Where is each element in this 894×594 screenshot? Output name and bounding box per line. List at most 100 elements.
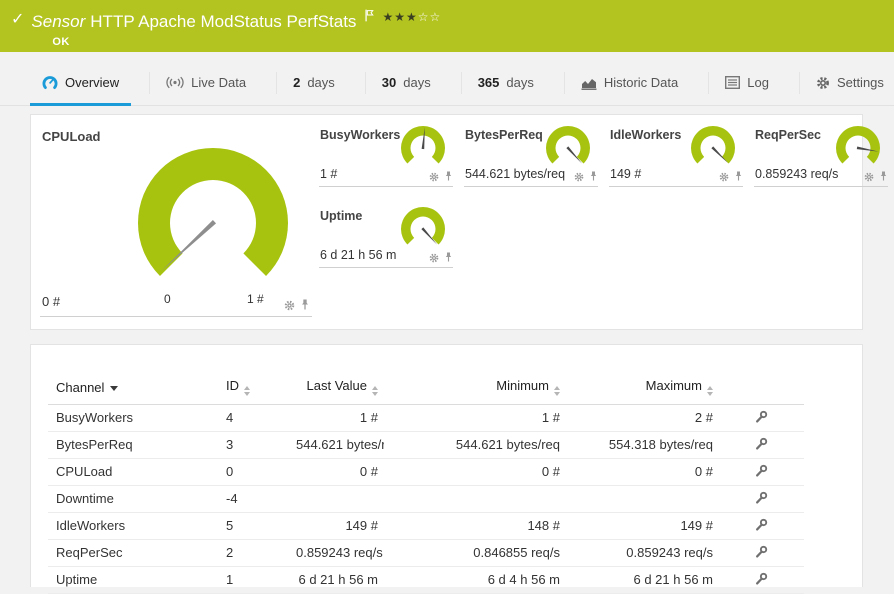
wrench-icon[interactable] [755, 545, 768, 561]
gauge-cell-reqpersec[interactable]: ReqPerSec 0.859243 req/s [754, 125, 888, 187]
table-row: Downtime -4 [48, 485, 804, 513]
wrench-icon[interactable] [755, 491, 768, 507]
column-header-id[interactable]: ID [218, 371, 296, 405]
cell-id: 1 [218, 566, 296, 594]
tab-label: Settings [836, 75, 884, 90]
tab-365-days[interactable]: 365 days [460, 60, 536, 105]
cell-minimum: 544.621 bytes/req [384, 431, 566, 459]
idleworkers-gauge [691, 126, 735, 164]
cell-id: 5 [218, 512, 296, 540]
gauge-cell-bytesperreq[interactable]: BytesPerReq 544.621 bytes/req [464, 125, 598, 187]
tab-label: days [307, 75, 335, 90]
cell-minimum: 0.846855 req/s [384, 539, 566, 567]
column-header-last-value[interactable]: Last Value [296, 371, 384, 405]
column-header-minimum[interactable]: Minimum [384, 371, 566, 405]
cell-channel: CPULoad [48, 458, 218, 486]
sort-desc-icon [110, 385, 119, 391]
cell-minimum: 1 # [384, 404, 566, 432]
gauge-scale-min: 0 [164, 292, 171, 306]
column-header-maximum[interactable]: Maximum [566, 371, 719, 405]
wrench-icon[interactable] [755, 572, 768, 588]
channel-table: Channel ID Last Value Minimum Maximum Bu… [48, 371, 804, 594]
cell-last-value: 0.859243 req/s [296, 539, 384, 567]
cell-actions [719, 539, 804, 567]
column-label: Maximum [645, 378, 702, 394]
table-header-row: Channel ID Last Value Minimum Maximum [48, 371, 804, 405]
table-row: Uptime 1 6 d 21 h 56 m 6 d 4 h 56 m 6 d … [48, 566, 804, 594]
gear-icon[interactable] [284, 299, 295, 314]
status-badge: OK [52, 36, 70, 48]
tab-live-data[interactable]: Live Data [149, 60, 248, 105]
channel-table-panel: Channel ID Last Value Minimum Maximum Bu… [30, 344, 863, 594]
table-row: CPULoad 0 0 # 0 # 0 # [48, 458, 804, 486]
tab-2-days[interactable]: 2 days [276, 60, 337, 105]
cell-channel: Uptime [48, 566, 218, 594]
cell-actions [719, 431, 804, 459]
gauge-current-value: 149 # [610, 167, 642, 181]
pin-icon[interactable] [300, 298, 310, 314]
wrench-icon[interactable] [755, 410, 768, 426]
pin-icon[interactable] [444, 251, 453, 266]
tab-number: 2 [293, 75, 301, 90]
tab-bar: Overview Live Data 2 days 30 days 365 da… [0, 60, 894, 106]
tab-settings[interactable]: Settings [798, 60, 886, 105]
pin-icon[interactable] [879, 170, 888, 185]
cell-minimum: 0 # [384, 458, 566, 486]
cell-channel: IdleWorkers [48, 512, 218, 540]
tab-30-days[interactable]: 30 days [364, 60, 433, 105]
gauge-title: IdleWorkers [610, 128, 682, 142]
column-header-channel[interactable]: Channel [48, 371, 218, 405]
gauge-title: BytesPerReq [465, 128, 543, 142]
cell-actions [719, 458, 804, 486]
uptime-gauge [401, 207, 445, 245]
cell-id: 0 [218, 458, 296, 486]
priority-flag-icon[interactable] [365, 7, 375, 26]
table-row: BusyWorkers 4 1 # 1 # 2 # [48, 404, 804, 432]
gauge-current-value: 6 d 21 h 56 m [320, 248, 397, 262]
wrench-icon[interactable] [755, 464, 768, 480]
cpuload-gauge [138, 147, 288, 277]
gear-icon[interactable] [574, 170, 584, 185]
cell-maximum: 554.318 bytes/req [566, 431, 719, 459]
wrench-icon[interactable] [755, 437, 768, 453]
gear-icon[interactable] [429, 170, 439, 185]
pin-icon[interactable] [734, 170, 743, 185]
column-label: ID [226, 378, 239, 394]
tab-log[interactable]: Log [708, 60, 771, 105]
gear-icon[interactable] [719, 170, 729, 185]
wrench-icon[interactable] [755, 518, 768, 534]
tab-overview[interactable]: Overview [29, 60, 132, 106]
tab-label: Historic Data [603, 75, 679, 90]
object-type-label: Sensor [31, 12, 86, 31]
tab-historic-data[interactable]: Historic Data [563, 60, 680, 105]
gear-icon[interactable] [429, 251, 439, 266]
sort-icon [244, 386, 250, 397]
gauge-title: ReqPerSec [755, 128, 822, 142]
sort-icon [707, 386, 713, 397]
sort-icon [554, 386, 560, 397]
tab-label: days [506, 75, 534, 90]
pin-icon[interactable] [444, 170, 453, 185]
cell-last-value [296, 485, 384, 513]
cell-minimum: 148 # [384, 512, 566, 540]
page-title: HTTP Apache ModStatus PerfStats [90, 12, 357, 31]
gauge-cell-cpuload[interactable]: CPULoad 0 # 0 1 # [40, 121, 312, 317]
cell-last-value: 544.621 bytes/req [296, 431, 384, 459]
sensor-header: ✓ Sensor HTTP Apache ModStatus PerfStats ★… [0, 0, 894, 52]
cell-minimum [384, 485, 566, 513]
cell-last-value: 0 # [296, 458, 384, 486]
sensor-title-line: Sensor HTTP Apache ModStatus PerfStats ★★★… [31, 7, 441, 32]
reqpersec-gauge [836, 126, 880, 164]
gauge-cell-busyworkers[interactable]: BusyWorkers 1 # [319, 125, 453, 187]
priority-stars[interactable]: ★★★☆☆ [382, 10, 441, 24]
cell-id: 2 [218, 539, 296, 567]
busyworkers-gauge [401, 126, 445, 164]
pin-icon[interactable] [589, 170, 598, 185]
gauge-cell-uptime[interactable]: Uptime 6 d 21 h 56 m [319, 206, 453, 268]
tab-number: 365 [477, 75, 500, 90]
gauge-title: Uptime [320, 209, 363, 223]
cell-actions [719, 512, 804, 540]
gauge-cell-idleworkers[interactable]: IdleWorkers 149 # [609, 125, 743, 187]
tab-label: days [403, 75, 431, 90]
gear-icon[interactable] [864, 170, 874, 185]
